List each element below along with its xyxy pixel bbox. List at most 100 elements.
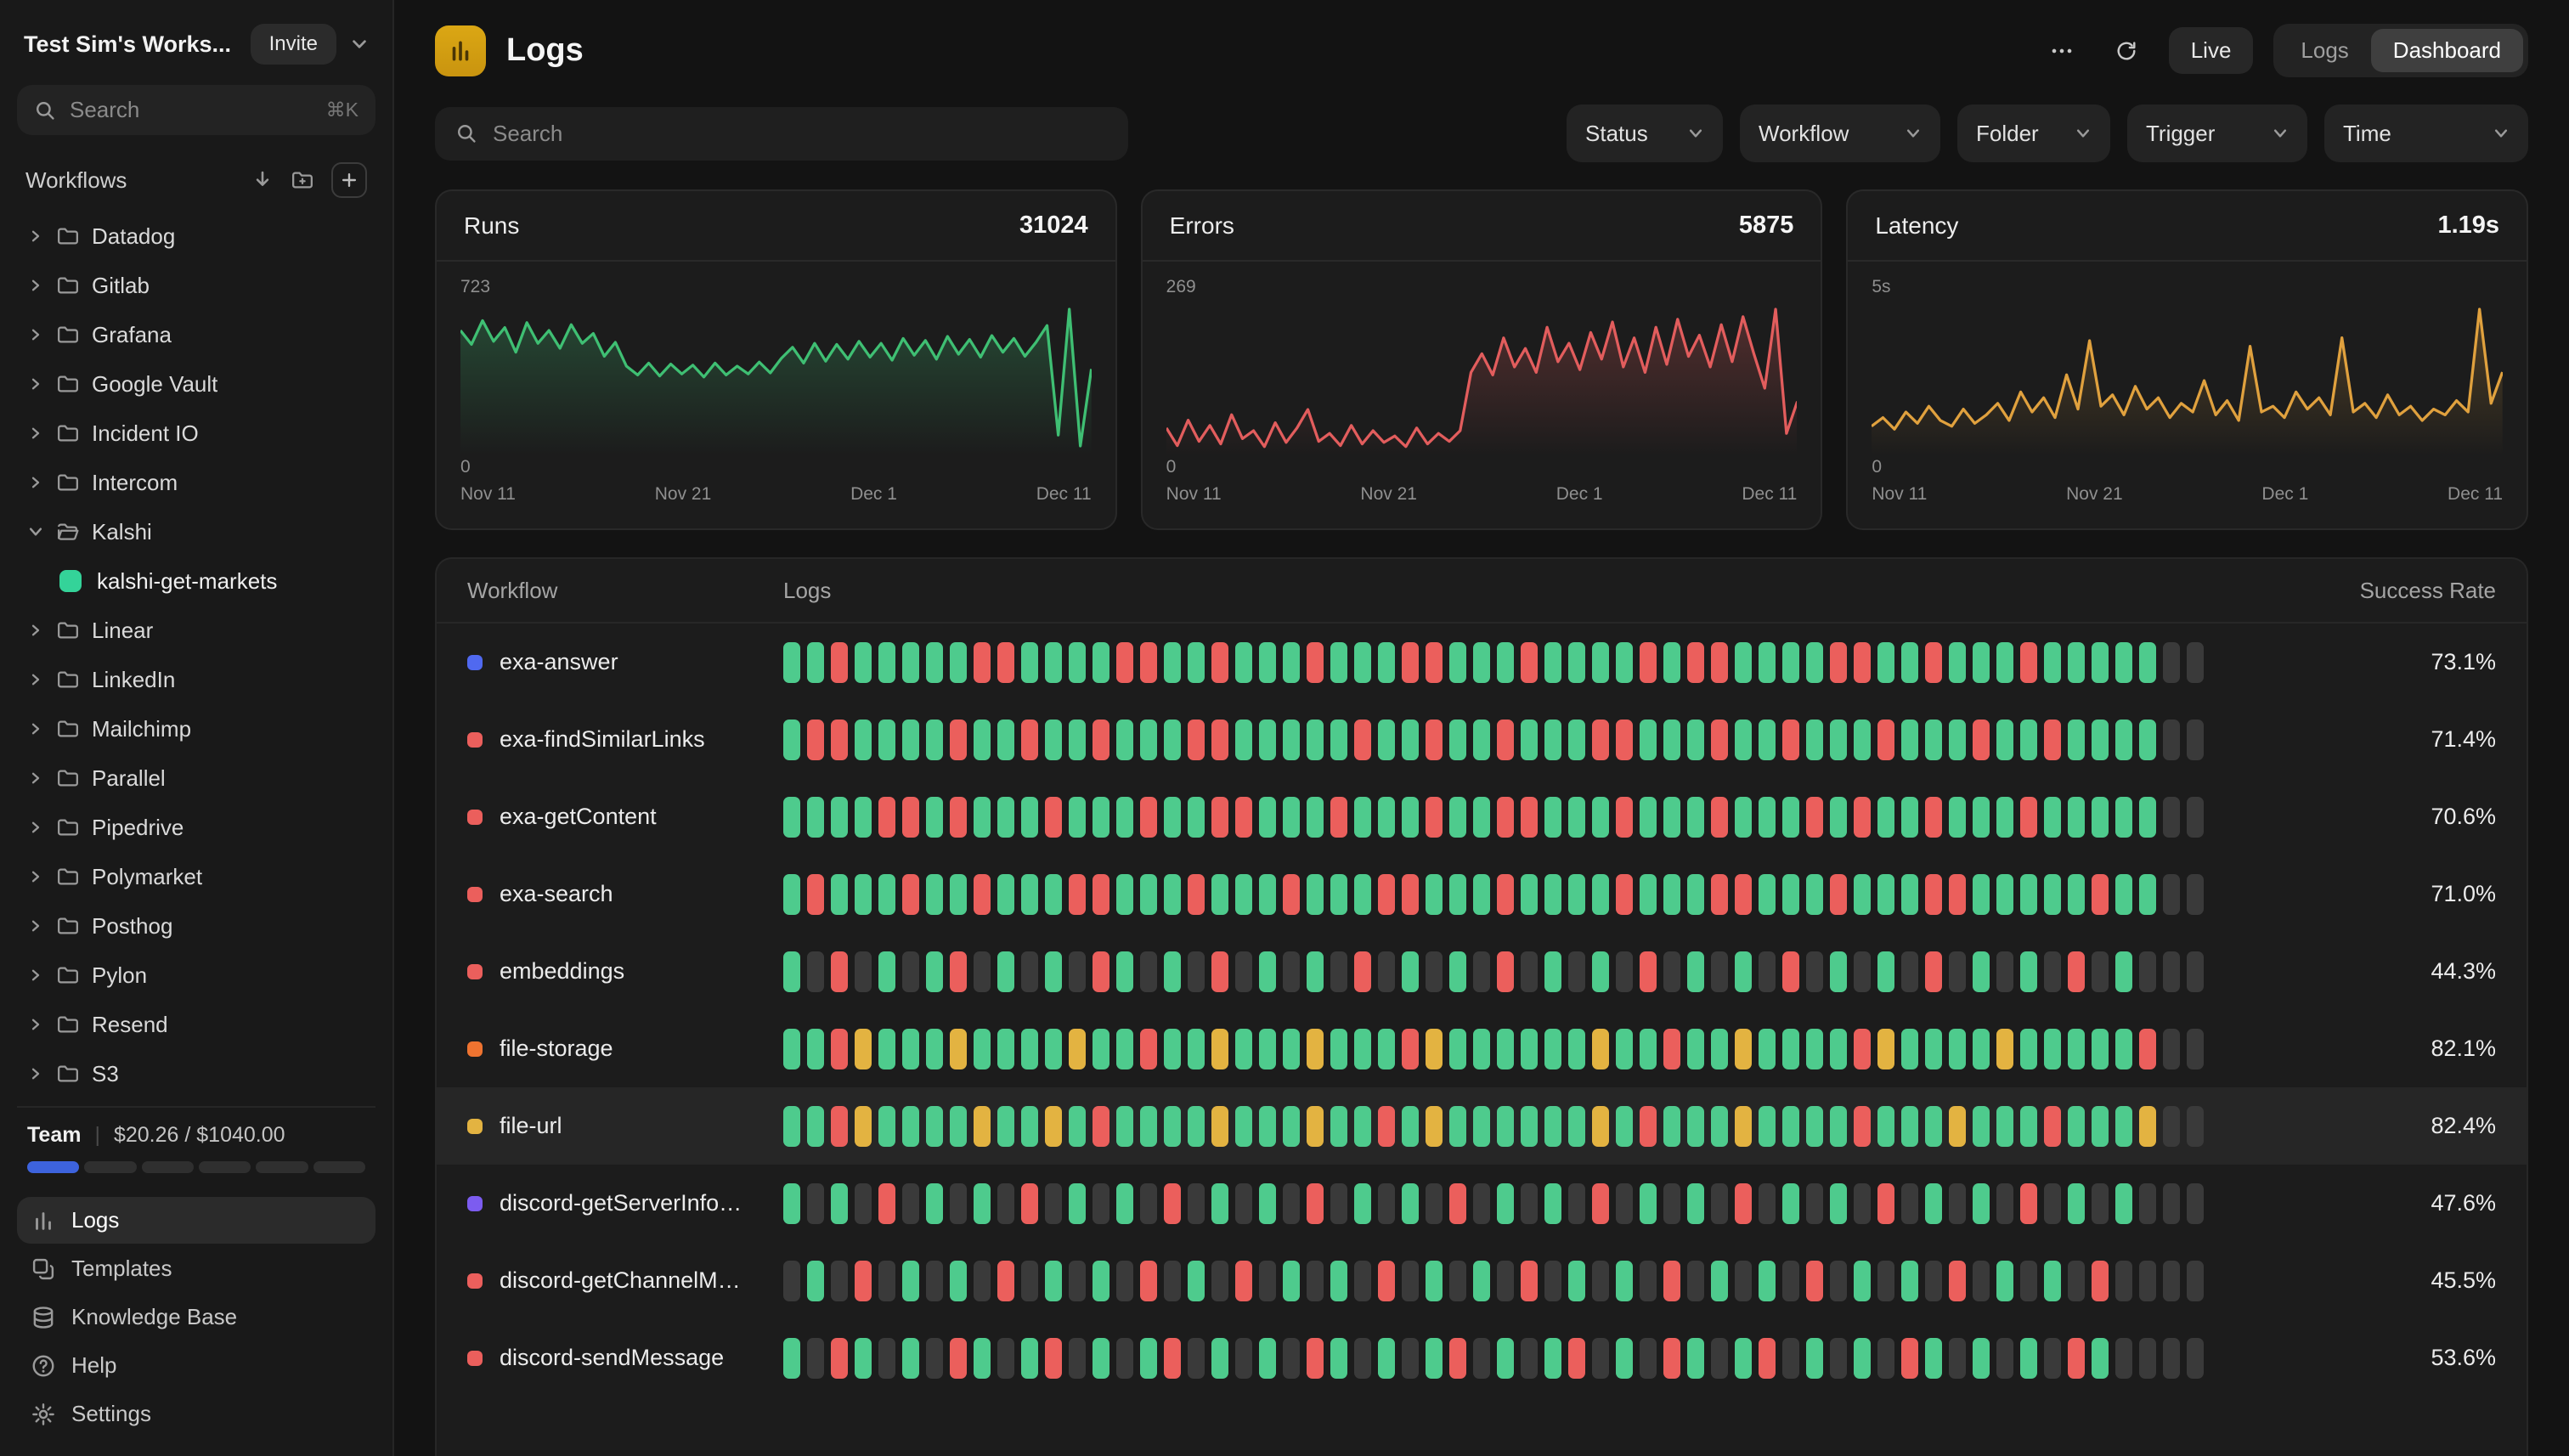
log-run-bar[interactable]	[974, 951, 991, 992]
log-run-bar[interactable]	[902, 1261, 919, 1301]
log-run-bar[interactable]	[974, 1261, 991, 1301]
log-run-bar[interactable]	[1568, 1106, 1585, 1147]
log-run-bar[interactable]	[926, 1106, 943, 1147]
sidebar-folder-grafana[interactable]: Grafana	[17, 310, 375, 359]
log-run-bar[interactable]	[1283, 951, 1300, 992]
log-run-bar[interactable]	[1307, 1183, 1324, 1224]
log-run-bar[interactable]	[1164, 642, 1181, 683]
log-run-bar[interactable]	[2068, 874, 2085, 915]
log-run-bar[interactable]	[2020, 874, 2037, 915]
log-run-bar[interactable]	[1473, 1338, 1490, 1379]
log-run-bar[interactable]	[2139, 874, 2156, 915]
sidebar-folder-mailchimp[interactable]: Mailchimp	[17, 704, 375, 753]
log-run-bar[interactable]	[1069, 1106, 1086, 1147]
log-run-bar[interactable]	[1616, 874, 1633, 915]
log-run-bar[interactable]	[1188, 951, 1205, 992]
log-run-bar[interactable]	[1378, 1106, 1395, 1147]
sidebar-folder-linkedin[interactable]: LinkedIn	[17, 655, 375, 704]
log-run-bar[interactable]	[2092, 1029, 2109, 1069]
log-run-bar[interactable]	[1568, 874, 1585, 915]
log-run-bar[interactable]	[831, 720, 848, 760]
log-run-bar[interactable]	[997, 951, 1014, 992]
log-run-bar[interactable]	[1378, 1029, 1395, 1069]
log-run-bar[interactable]	[807, 1183, 824, 1224]
log-run-bar[interactable]	[1211, 642, 1228, 683]
log-run-bar[interactable]	[1830, 1106, 1847, 1147]
log-run-bar[interactable]	[2139, 720, 2156, 760]
log-run-bar[interactable]	[1640, 1261, 1657, 1301]
log-run-bar[interactable]	[1449, 1338, 1466, 1379]
log-run-bar[interactable]	[1449, 874, 1466, 915]
log-run-bar[interactable]	[1996, 1183, 2013, 1224]
log-run-bar[interactable]	[783, 642, 800, 683]
log-run-bar[interactable]	[2187, 1183, 2204, 1224]
log-run-bar[interactable]	[1759, 1183, 1776, 1224]
log-run-bar[interactable]	[1901, 951, 1918, 992]
import-arrow-down-icon[interactable]	[251, 169, 274, 191]
log-run-bar[interactable]	[2068, 951, 2085, 992]
log-run-bar[interactable]	[2187, 642, 2204, 683]
log-run-bar[interactable]	[1164, 797, 1181, 838]
log-run-bar[interactable]	[1188, 1261, 1205, 1301]
log-run-bar[interactable]	[1354, 720, 1371, 760]
log-run-bar[interactable]	[1188, 720, 1205, 760]
log-run-bar[interactable]	[1568, 1261, 1585, 1301]
log-run-bar[interactable]	[855, 1106, 872, 1147]
log-run-bar[interactable]	[1497, 1029, 1514, 1069]
log-run-bar[interactable]	[997, 1338, 1014, 1379]
log-run-bar[interactable]	[2115, 1106, 2132, 1147]
log-run-bar[interactable]	[1473, 797, 1490, 838]
log-run-bar[interactable]	[1093, 874, 1109, 915]
log-run-bar[interactable]	[878, 1029, 895, 1069]
log-run-bar[interactable]	[1925, 1106, 1942, 1147]
log-run-bar[interactable]	[1616, 1029, 1633, 1069]
log-run-bar[interactable]	[1877, 642, 1894, 683]
sidebar-folder-pipedrive[interactable]: Pipedrive	[17, 803, 375, 852]
log-run-bar[interactable]	[2139, 1338, 2156, 1379]
log-run-bar[interactable]	[1806, 1183, 1823, 1224]
log-run-bar[interactable]	[878, 1106, 895, 1147]
sidebar-folder-parallel[interactable]: Parallel	[17, 753, 375, 803]
log-run-bar[interactable]	[1925, 642, 1942, 683]
log-run-bar[interactable]	[1592, 874, 1609, 915]
log-run-bar[interactable]	[1877, 951, 1894, 992]
log-run-bar[interactable]	[1354, 1106, 1371, 1147]
folder-plus-icon[interactable]	[291, 168, 314, 192]
log-run-bar[interactable]	[2068, 1183, 2085, 1224]
log-run-bar[interactable]	[1426, 1183, 1443, 1224]
log-run-bar[interactable]	[2139, 1106, 2156, 1147]
log-run-bar[interactable]	[1568, 642, 1585, 683]
log-run-bar[interactable]	[1259, 1261, 1276, 1301]
log-run-bar[interactable]	[878, 1338, 895, 1379]
log-run-bar[interactable]	[1045, 1029, 1062, 1069]
log-run-bar[interactable]	[1235, 1183, 1252, 1224]
log-run-bar[interactable]	[2020, 797, 2037, 838]
filter-dropdown-folder[interactable]: Folder	[1957, 104, 2110, 162]
log-run-bar[interactable]	[831, 951, 848, 992]
log-run-bar[interactable]	[2068, 1338, 2085, 1379]
log-run-bar[interactable]	[1330, 1029, 1347, 1069]
log-run-bar[interactable]	[2020, 1106, 2037, 1147]
log-run-bar[interactable]	[855, 1338, 872, 1379]
log-run-bar[interactable]	[1045, 951, 1062, 992]
log-run-bar[interactable]	[997, 1261, 1014, 1301]
log-run-bar[interactable]	[1711, 720, 1728, 760]
log-run-bar[interactable]	[1307, 1029, 1324, 1069]
log-run-bar[interactable]	[2139, 1183, 2156, 1224]
log-run-bar[interactable]	[1735, 720, 1752, 760]
log-run-bar[interactable]	[1996, 1261, 2013, 1301]
log-run-bar[interactable]	[2187, 797, 2204, 838]
log-run-bar[interactable]	[855, 720, 872, 760]
log-run-bar[interactable]	[1473, 1029, 1490, 1069]
log-run-bar[interactable]	[1973, 1106, 1990, 1147]
log-run-bar[interactable]	[1497, 874, 1514, 915]
log-run-bar[interactable]	[1735, 642, 1752, 683]
log-run-bar[interactable]	[1735, 1183, 1752, 1224]
log-run-bar[interactable]	[1544, 720, 1561, 760]
log-run-bar[interactable]	[1021, 1106, 1038, 1147]
log-run-bar[interactable]	[1140, 720, 1157, 760]
log-run-bar[interactable]	[1735, 1261, 1752, 1301]
log-run-bar[interactable]	[1330, 797, 1347, 838]
sidebar-folder-polymarket[interactable]: Polymarket	[17, 852, 375, 901]
log-run-bar[interactable]	[1616, 642, 1633, 683]
